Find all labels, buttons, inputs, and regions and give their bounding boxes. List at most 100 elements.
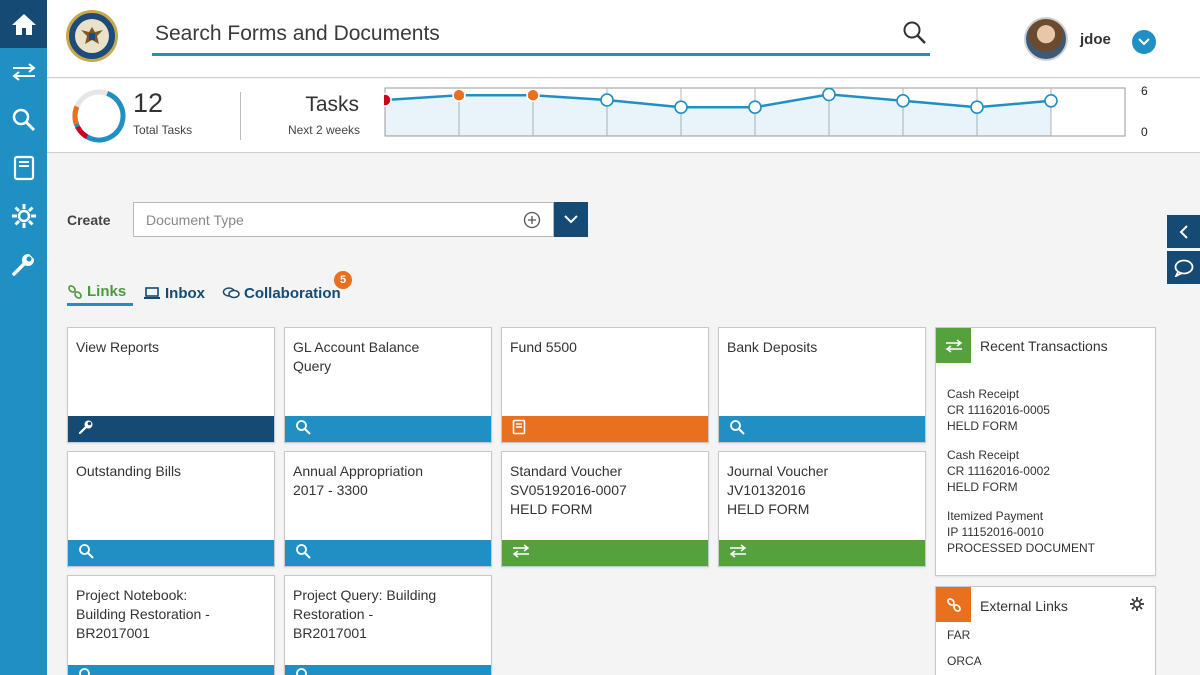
link-card-line: Project Notebook: — [76, 587, 188, 603]
link-card-line: Standard Voucher — [510, 463, 623, 479]
chart-point[interactable] — [970, 100, 984, 115]
recent-transactions-title: Recent Transactions — [980, 338, 1108, 354]
tasks-donut-icon — [72, 89, 126, 143]
transaction-type: Cash Receipt — [947, 448, 1020, 462]
transaction-type: Cash Receipt — [947, 387, 1020, 401]
link-card-title: Outstanding Bills — [76, 462, 266, 481]
chat-bubble-icon — [1173, 259, 1193, 277]
chart-point[interactable] — [748, 100, 762, 115]
gear-icon — [11, 204, 36, 228]
book-icon — [512, 419, 526, 440]
link-card-line: 2017 - 3300 — [293, 482, 368, 498]
tasks-title: Tasks — [305, 93, 359, 116]
tab-inbox[interactable]: Inbox — [143, 280, 205, 306]
link-card[interactable]: Annual Appropriation 2017 - 3300 — [284, 451, 492, 567]
link-card-title: Annual Appropriation 2017 - 3300 — [293, 462, 483, 500]
transaction-item[interactable]: Cash Receipt CR 11162016-0005 HELD FORM — [947, 386, 1050, 434]
chart-y-min-label: 0 — [1141, 125, 1148, 139]
external-links-panel: External Links FAR ORCA — [935, 586, 1156, 675]
nav-settings-button[interactable] — [0, 196, 47, 236]
nav-documents-button[interactable] — [0, 148, 47, 188]
username-label[interactable]: jdoe — [1080, 31, 1111, 48]
link-card-line: View Reports — [76, 339, 160, 355]
chart-point[interactable] — [526, 88, 540, 102]
link-card-line: HELD FORM — [727, 501, 810, 517]
tasks-line-chart[interactable] — [384, 87, 1136, 137]
chart-point[interactable] — [452, 88, 466, 102]
link-card[interactable]: Standard Voucher SV05192016-0007 HELD FORM — [501, 451, 709, 567]
department-seal-logo — [66, 10, 118, 62]
recent-transactions-panel: Recent Transactions Cash Receipt CR 1116… — [935, 327, 1156, 576]
search-input[interactable]: Search Forms and Documents — [155, 22, 440, 46]
external-link-item[interactable]: ORCA — [947, 654, 982, 668]
link-card-action-bar[interactable] — [68, 416, 274, 442]
divider — [240, 92, 241, 140]
link-card-action-bar[interactable] — [285, 540, 491, 566]
gear-icon[interactable] — [1129, 596, 1145, 612]
transaction-status: PROCESSED DOCUMENT — [947, 541, 1096, 555]
transfer-icon — [11, 63, 36, 81]
total-tasks-label: Total Tasks — [133, 123, 193, 137]
home-button[interactable] — [0, 0, 47, 48]
transfer-icon — [945, 338, 962, 353]
eagle-seal-icon — [81, 27, 103, 44]
chart-point[interactable] — [822, 87, 836, 102]
external-links-title: External Links — [980, 598, 1068, 614]
transaction-item[interactable]: Cash Receipt CR 11162016-0002 HELD FORM — [947, 447, 1050, 495]
document-type-input[interactable]: Document Type — [146, 212, 244, 228]
link-card[interactable]: GL Account Balance Query — [284, 327, 492, 443]
chat-button[interactable] — [1167, 251, 1200, 284]
link-card-action-bar[interactable] — [719, 416, 925, 442]
link-card-line: SV05192016-0007 — [510, 482, 627, 498]
total-tasks-count: 12 — [133, 88, 164, 118]
link-card-action-bar[interactable] — [285, 416, 491, 442]
link-card-action-bar[interactable] — [68, 665, 274, 675]
link-card[interactable]: Bank Deposits — [718, 327, 926, 443]
tab-links[interactable]: Links — [67, 280, 133, 306]
link-card-action-bar[interactable] — [285, 665, 491, 675]
chart-point[interactable] — [384, 93, 392, 107]
book-icon — [13, 155, 34, 181]
task-summary-strip: 12 Total Tasks Tasks Next 2 weeks 6 0 — [47, 79, 1200, 153]
nav-tools-button[interactable] — [0, 244, 47, 284]
search-icon — [295, 419, 311, 440]
chart-point[interactable] — [1044, 94, 1058, 108]
collapse-panel-button[interactable] — [1167, 215, 1200, 248]
link-card-line: Project Query: Building — [293, 587, 437, 603]
create-label: Create — [67, 212, 111, 228]
tab-links-label: Links — [87, 283, 127, 300]
add-circle-icon[interactable] — [523, 211, 541, 229]
transaction-item[interactable]: Itemized Payment IP 11152016-0010 PROCES… — [947, 508, 1095, 556]
link-card-action-bar[interactable] — [719, 540, 925, 566]
link-card-action-bar[interactable] — [502, 540, 708, 566]
search-icon[interactable] — [902, 20, 928, 46]
chart-point[interactable] — [600, 93, 614, 107]
document-type-dropdown-button[interactable] — [554, 202, 588, 237]
link-card[interactable]: Journal Voucher JV10132016 HELD FORM — [718, 451, 926, 567]
transaction-type: Itemized Payment — [947, 509, 1044, 523]
chart-point[interactable] — [896, 94, 910, 108]
chart-point[interactable] — [674, 100, 688, 115]
transaction-status: HELD FORM — [947, 419, 1018, 433]
nav-transactions-button[interactable] — [0, 52, 47, 92]
user-menu-button[interactable] — [1132, 30, 1156, 54]
link-card-action-bar[interactable] — [502, 416, 708, 442]
link-card-line: Building Restoration - — [76, 606, 210, 622]
link-card-line: HELD FORM — [510, 501, 593, 517]
link-card[interactable]: Project Query: Building Restoration - BR20… — [284, 575, 492, 675]
chevron-down-icon — [564, 215, 578, 224]
nav-search-button[interactable] — [0, 100, 47, 140]
search-bar[interactable]: Search Forms and Documents — [152, 16, 930, 56]
link-card-title: Journal Voucher JV10132016 HELD FORM — [727, 462, 917, 519]
link-card-action-bar[interactable] — [68, 540, 274, 566]
link-card[interactable]: Project Notebook: Building Restoration - B… — [67, 575, 275, 675]
external-link-item[interactable]: FAR — [947, 628, 970, 642]
link-card[interactable]: Fund 5500 — [501, 327, 709, 443]
link-card-title: Fund 5500 — [510, 338, 700, 357]
document-type-field[interactable]: Document Type — [133, 202, 554, 237]
link-card[interactable]: View Reports — [67, 327, 275, 443]
user-avatar[interactable] — [1024, 17, 1068, 61]
tab-collaboration[interactable]: Collaboration — [222, 280, 341, 306]
home-icon — [11, 14, 36, 35]
link-card[interactable]: Outstanding Bills — [67, 451, 275, 567]
